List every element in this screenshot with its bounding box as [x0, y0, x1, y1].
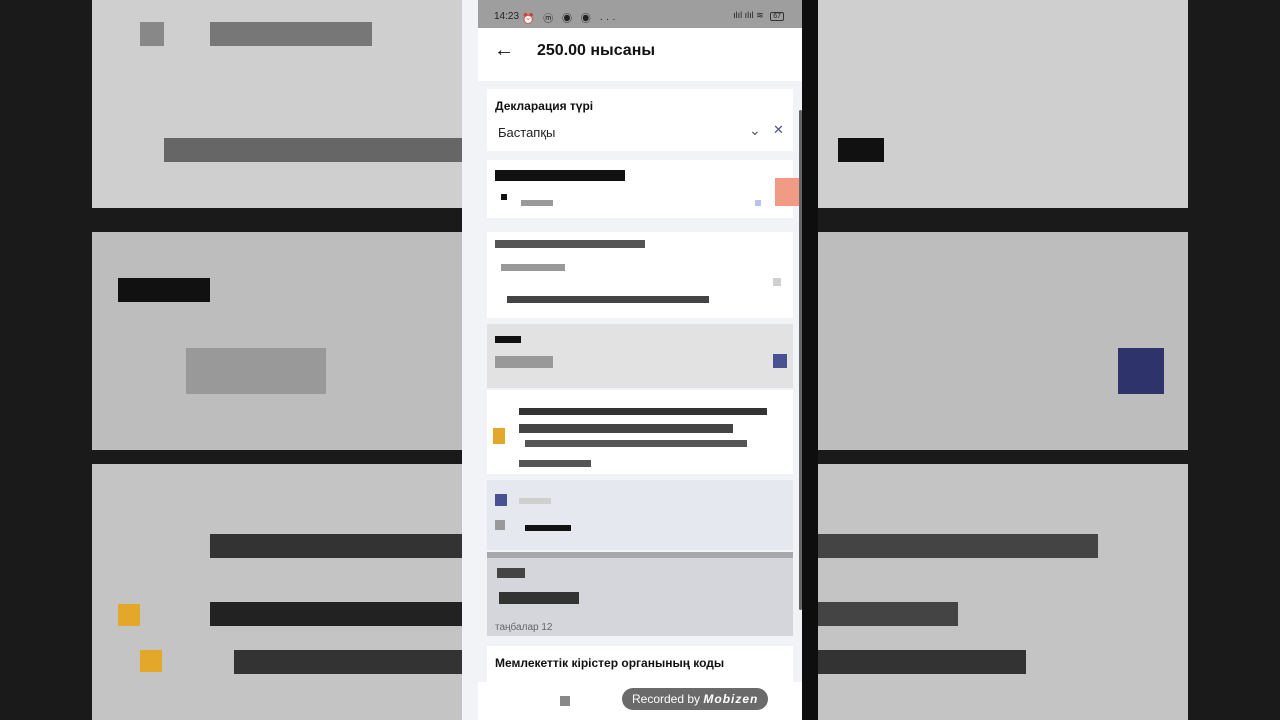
- redacted-icon: [775, 178, 801, 206]
- close-icon[interactable]: ✕: [773, 122, 784, 138]
- backdrop-panel: [92, 232, 462, 450]
- redacted-icon: [493, 428, 505, 444]
- backdrop-pixel: [186, 348, 326, 394]
- backdrop-pixel: [140, 22, 164, 46]
- redacted-text: [499, 592, 579, 604]
- redacted-icon: [755, 200, 761, 206]
- redacted-text: [501, 194, 507, 200]
- arrow-left-icon[interactable]: ←: [492, 38, 516, 62]
- redacted-text: [519, 424, 733, 433]
- backdrop-pixel: [818, 602, 958, 626]
- home-button-icon[interactable]: [560, 696, 570, 706]
- char-count-caption: таңбалар 12: [495, 622, 553, 633]
- status-right: ılıl ılıl ≋ 67: [733, 10, 784, 21]
- backdrop-pixel: [818, 650, 1026, 674]
- backdrop-pixel: [234, 650, 462, 674]
- backdrop-pixel: [210, 22, 372, 46]
- backdrop-panel: [92, 464, 462, 720]
- redacted-card[interactable]: [487, 160, 801, 218]
- backdrop-pixel: [164, 138, 462, 162]
- backdrop-pixel: [818, 534, 1098, 558]
- backdrop-pixel: [118, 604, 140, 626]
- redacted-card[interactable]: [487, 232, 793, 318]
- watermark-logo: Mobizen: [703, 692, 759, 706]
- notification-icons: ⏰ ⓜ ◉ ◉ ···: [522, 14, 619, 25]
- status-time: 14:23: [494, 11, 520, 22]
- redacted-text: [495, 240, 645, 248]
- watermark-prefix: Recorded by: [632, 692, 701, 706]
- redacted-text: [495, 336, 521, 343]
- backdrop-panel: [818, 464, 1188, 720]
- redacted-text: [507, 296, 709, 303]
- redacted-text: [519, 408, 767, 415]
- redacted-text: [495, 356, 553, 368]
- chevron-down-icon[interactable]: ⌄: [749, 122, 761, 139]
- redacted-text: [495, 170, 625, 181]
- redacted-icon: [773, 278, 781, 286]
- phone-edge: [802, 0, 818, 720]
- declaration-type-field[interactable]: Декларация түрі Бастапқы ⌄ ✕: [487, 89, 793, 151]
- signal-icon: ılıl ılıl ≋: [733, 10, 764, 20]
- phone-screen: 14:23 ⏰ ⓜ ◉ ◉ ··· ılıl ılıl ≋ 67 ← 250.0…: [462, 0, 802, 720]
- backdrop-pixel: [210, 534, 462, 558]
- redacted-icon: [495, 494, 507, 506]
- org-code-label: Мемлекеттік кірістер органының коды: [495, 656, 725, 670]
- redacted-icon: [495, 520, 505, 530]
- backdrop-panel: [818, 0, 1188, 208]
- backdrop-pixel: [118, 278, 210, 302]
- battery-icon: 67: [770, 12, 784, 21]
- backdrop-pixel: [140, 650, 162, 672]
- status-bar: 14:23 ⏰ ⓜ ◉ ◉ ··· ılıl ılıl ≋ 67: [478, 0, 802, 28]
- backdrop-pixel: [210, 602, 462, 626]
- redacted-text: [519, 498, 551, 504]
- recording-watermark: Recorded by Mobizen: [622, 688, 769, 710]
- previous-card-edge: [478, 74, 802, 81]
- redacted-text: [497, 568, 525, 578]
- redacted-text: [519, 460, 591, 467]
- redacted-text: [521, 200, 553, 206]
- redacted-text: [525, 440, 747, 447]
- redacted-icon: [773, 354, 787, 368]
- declaration-type-label: Декларация түрі: [495, 99, 594, 113]
- redacted-text: [501, 264, 565, 271]
- backdrop-pixel: [1118, 348, 1164, 394]
- backdrop-pixel: [838, 138, 884, 162]
- app-bar: ← 250.00 нысаны: [478, 28, 802, 74]
- page-title: 250.00 нысаны: [537, 42, 656, 59]
- backdrop-panel: [818, 232, 1188, 450]
- redacted-card[interactable]: [487, 324, 793, 388]
- redacted-card[interactable]: [487, 390, 793, 474]
- info-card[interactable]: [487, 480, 793, 550]
- declaration-type-value[interactable]: Бастапқы: [498, 125, 555, 140]
- org-code-field[interactable]: Мемлекеттік кірістер органының коды: [487, 646, 793, 686]
- redacted-text: [525, 525, 571, 531]
- selected-card[interactable]: таңбалар 12: [487, 552, 793, 636]
